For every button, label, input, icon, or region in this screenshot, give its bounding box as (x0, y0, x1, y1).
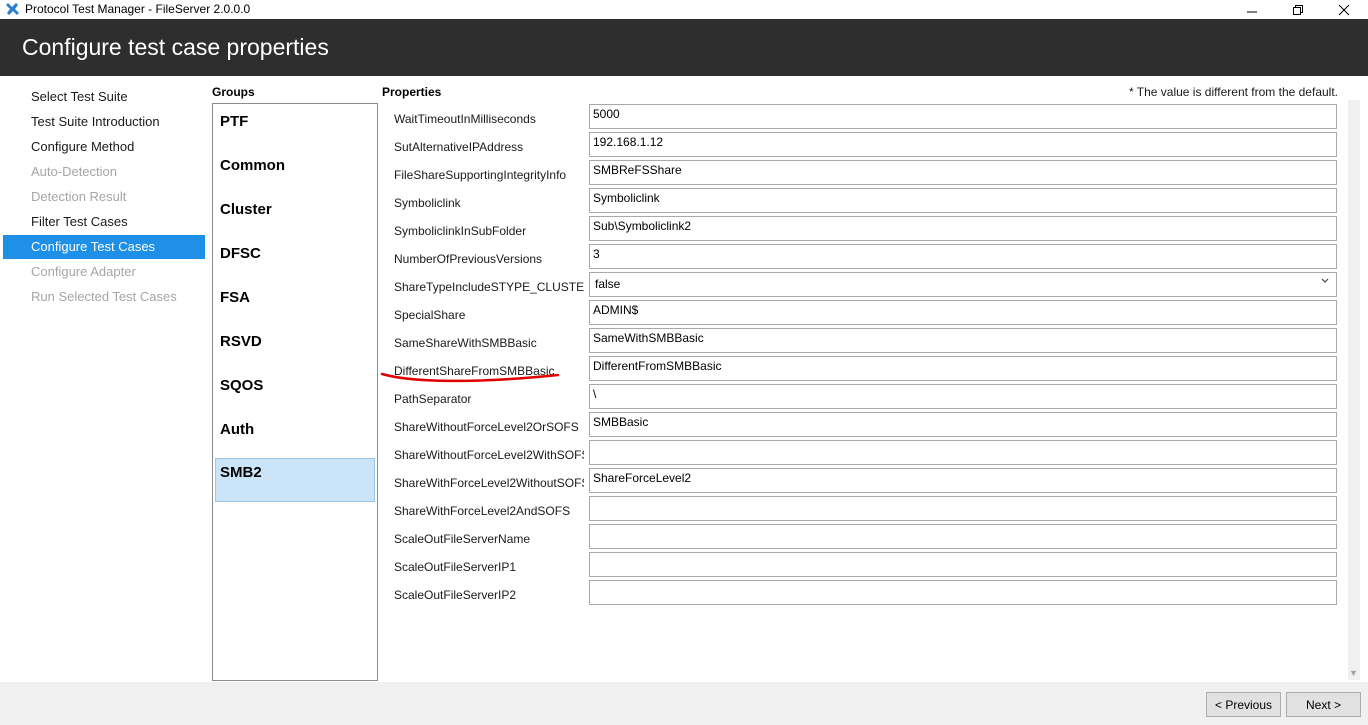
property-label: PathSeparator (394, 392, 472, 406)
group-item-common[interactable]: Common (215, 150, 375, 194)
default-value-note: * The value is different from the defaul… (1128, 85, 1338, 99)
restore-icon (1293, 4, 1303, 15)
close-icon (1338, 4, 1350, 15)
property-label: ShareWithForceLevel2AndSOFS (394, 504, 571, 518)
nav-item-test-suite-introduction[interactable]: Test Suite Introduction (3, 110, 205, 134)
page-header: Configure test case properties (0, 19, 1368, 76)
wrench-icon (6, 3, 19, 15)
group-item-dfsc[interactable]: DFSC (215, 238, 375, 282)
property-input[interactable]: Symboliclink (589, 188, 1337, 213)
nav-item-configure-method[interactable]: Configure Method (3, 135, 205, 159)
property-input[interactable]: DifferentFromSMBBasic (589, 356, 1337, 381)
restore-button[interactable] (1275, 0, 1321, 19)
property-label: SameShareWithSMBBasic (394, 336, 537, 350)
property-input[interactable]: 5000 (589, 104, 1337, 129)
group-item-fsa[interactable]: FSA (215, 282, 375, 326)
nav-item-select-test-suite[interactable]: Select Test Suite (3, 85, 205, 109)
property-label: ShareWithoutForceLevel2OrSOFS (394, 420, 579, 434)
property-dropdown[interactable]: false (589, 272, 1337, 297)
property-label: FileShareSupportingIntegrityInfo (394, 168, 567, 182)
groups-heading: Groups (212, 85, 255, 99)
red-underline-annotation (380, 372, 560, 383)
nav-item-configure-adapter: Configure Adapter (31, 264, 136, 279)
property-input[interactable]: SMBBasic (589, 412, 1337, 437)
property-label: Symboliclink (394, 196, 461, 210)
nav-item-run-selected-test-cases: Run Selected Test Cases (31, 289, 177, 304)
property-input[interactable] (589, 552, 1337, 577)
property-label: ShareWithForceLevel2WithoutSOFS (394, 476, 584, 490)
vertical-scrollbar[interactable] (1348, 100, 1360, 680)
property-input[interactable]: SameWithSMBBasic (589, 328, 1337, 353)
previous-button[interactable]: < Previous (1206, 692, 1281, 717)
nav-item-filter-test-cases[interactable]: Filter Test Cases (3, 210, 205, 234)
property-input[interactable] (589, 440, 1337, 465)
property-input[interactable]: Sub\Symboliclink2 (589, 216, 1337, 241)
bottom-bar (0, 682, 1368, 725)
group-item-rsvd[interactable]: RSVD (215, 326, 375, 370)
property-input[interactable] (589, 496, 1337, 521)
nav-item-auto-detection: Auto-Detection (31, 164, 117, 179)
scroll-down-arrow[interactable]: ▼ (1349, 668, 1359, 678)
property-label: ScaleOutFileServerIP1 (394, 560, 517, 574)
property-label: ScaleOutFileServerName (394, 532, 531, 546)
property-input[interactable]: SMBReFSShare (589, 160, 1337, 185)
group-item-smb2[interactable]: SMB2 (215, 458, 375, 502)
group-item-sqos[interactable]: SQOS (215, 370, 375, 414)
page-title: Configure test case properties (22, 34, 329, 60)
groups-list: PTF Common Cluster DFSC FSA RSVD SQOS Auth SMB2 (212, 103, 378, 681)
chevron-down-icon (1320, 276, 1330, 286)
dropdown-value: false (595, 277, 621, 291)
property-input[interactable] (589, 524, 1337, 549)
title-bar: Protocol Test Manager - FileServer 2.0.0… (0, 0, 1368, 19)
property-label: ShareTypeIncludeSTYPE_CLUSTER_SOFS (394, 280, 584, 294)
property-label: WaitTimeoutInMilliseconds (394, 112, 536, 126)
property-input[interactable]: 3 (589, 244, 1337, 269)
group-item-auth[interactable]: Auth (215, 414, 375, 458)
property-label: SpecialShare (394, 308, 466, 322)
property-label: ScaleOutFileServerIP2 (394, 588, 517, 602)
properties-heading: Properties (382, 85, 442, 99)
property-label: SymboliclinkInSubFolder (394, 224, 527, 238)
property-input[interactable]: \ (589, 384, 1337, 409)
next-button[interactable]: Next > (1286, 692, 1361, 717)
nav-item-configure-test-cases[interactable]: Configure Test Cases (3, 235, 205, 259)
property-input[interactable]: ShareForceLevel2 (589, 468, 1337, 493)
property-label: SutAlternativeIPAddress (394, 140, 524, 154)
group-item-cluster[interactable]: Cluster (215, 194, 375, 238)
nav-item-detection-result: Detection Result (31, 189, 127, 204)
property-label: NumberOfPreviousVersions (394, 252, 543, 266)
property-input[interactable] (589, 580, 1337, 605)
property-input[interactable]: ADMIN$ (589, 300, 1337, 325)
minimize-button[interactable] (1229, 0, 1275, 19)
property-input[interactable]: 192.168.1.12 (589, 132, 1337, 157)
window-title: Protocol Test Manager - FileServer 2.0.0… (25, 2, 251, 16)
minimize-icon (1247, 11, 1257, 12)
group-item-ptf[interactable]: PTF (215, 106, 375, 150)
close-button[interactable] (1321, 0, 1367, 19)
property-label: ShareWithoutForceLevel2WithSOFS (394, 448, 584, 462)
